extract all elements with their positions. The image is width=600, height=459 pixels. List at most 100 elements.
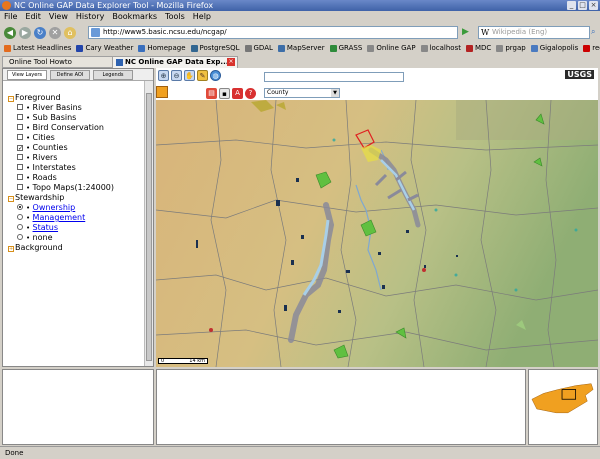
home-button[interactable]: ⌂ <box>64 26 76 39</box>
menu-history[interactable]: History <box>76 11 104 23</box>
tree-item-layer[interactable]: • Bird Conservation <box>8 123 148 133</box>
panel-tabs: View Layers Define AOI Legends <box>3 69 153 81</box>
layer-checkbox[interactable] <box>17 124 23 130</box>
tree-item-layer[interactable]: • River Basins <box>8 103 148 113</box>
layer-checkbox[interactable] <box>17 184 23 190</box>
arrow-tool-icon[interactable] <box>156 86 168 98</box>
layer-checkbox[interactable] <box>17 174 23 180</box>
firefox-icon <box>2 1 11 10</box>
tree-item-stewardship[interactable]: • Management <box>8 213 148 223</box>
go-arrow-icon[interactable]: ▶ <box>462 27 469 37</box>
tree-item-layer[interactable]: • Roads <box>8 173 148 183</box>
close-window-button[interactable]: × <box>589 1 598 10</box>
panel-scrollbar[interactable] <box>144 81 153 366</box>
tree-item-layer[interactable]: • Sub Basins <box>8 113 148 123</box>
tree-item-stewardship[interactable]: • Status <box>8 223 148 233</box>
query-icon[interactable]: ✎ <box>197 70 208 81</box>
menu-edit[interactable]: Edit <box>25 11 41 23</box>
save-icon[interactable]: ▪ <box>219 88 230 99</box>
menu-tools[interactable]: Tools <box>165 11 185 23</box>
scroll-thumb[interactable] <box>146 93 152 361</box>
layers-panel: View Layers Define AOI Legends − Foregrou… <box>2 68 154 367</box>
nc-locator-map <box>531 383 594 414</box>
tree-item-layer[interactable]: • Rivers <box>8 153 148 163</box>
tree-item-layer[interactable]: • Cities <box>8 133 148 143</box>
zoom-out-icon[interactable]: ⊖ <box>171 70 182 81</box>
bookmark-item[interactable]: PostgreSQL <box>190 42 240 54</box>
tab-define-aoi[interactable]: Define AOI <box>50 70 90 80</box>
bookmark-item[interactable]: MDC <box>465 42 491 54</box>
bookmark-item[interactable]: Gigalopolis <box>530 42 578 54</box>
layer-checkbox[interactable] <box>17 104 23 110</box>
stewardship-label[interactable]: Status <box>33 223 59 232</box>
pan-icon[interactable]: ✋ <box>184 70 195 81</box>
map-canvas[interactable] <box>156 100 598 367</box>
bullet-icon: • <box>26 204 31 212</box>
tab-legends[interactable]: Legends <box>93 70 133 80</box>
layer-checkbox[interactable] <box>17 164 23 170</box>
bookmark-item[interactable]: Latest Headlines <box>4 42 71 54</box>
bookmark-item[interactable]: MapServer <box>277 42 325 54</box>
tree-group-stewardship[interactable]: − Stewardship <box>8 193 148 203</box>
stewardship-label[interactable]: Management <box>33 213 86 222</box>
zoom-in-icon[interactable]: ⊕ <box>158 70 169 81</box>
bookmark-label: MapServer <box>286 44 325 52</box>
back-button[interactable]: ◀ <box>4 26 16 39</box>
location-input[interactable] <box>264 72 404 82</box>
collapse-icon[interactable]: − <box>8 96 14 102</box>
collapse-icon[interactable]: − <box>8 196 14 202</box>
bookmark-item[interactable]: Homepage <box>138 42 186 54</box>
forward-button[interactable]: ▶ <box>19 26 31 39</box>
stewardship-radio[interactable] <box>17 214 23 220</box>
tab-view-layers[interactable]: View Layers <box>7 70 47 80</box>
menu-file[interactable]: File <box>4 11 17 23</box>
tree-item-layer[interactable]: • Topo Maps(1:24000) <box>8 183 148 193</box>
layer-checkbox[interactable]: ✓ <box>17 145 23 152</box>
maximize-button[interactable]: □ <box>578 1 587 10</box>
bookmark-item[interactable]: prgap <box>496 42 526 54</box>
layer-checkbox[interactable] <box>17 154 23 160</box>
bookmark-item[interactable]: localhost <box>420 42 461 54</box>
tab-gap-explorer[interactable]: NC Online GAP Data Exp... × <box>112 56 238 68</box>
menu-view[interactable]: View <box>49 11 68 23</box>
bookmark-item[interactable]: Cary Weather <box>76 42 133 54</box>
tree-item-stewardship[interactable]: • Ownership <box>8 203 148 213</box>
zoom-to-select[interactable]: County ▼ <box>264 88 340 98</box>
search-input[interactable]: W Wikipedia (Eng) <box>478 26 590 39</box>
help-icon[interactable]: ? <box>245 88 256 99</box>
globe-icon[interactable]: ◍ <box>210 70 221 81</box>
search-icon[interactable]: ⌕ <box>591 27 595 37</box>
tab-strip: Online Tool Howto × NC Online GAP Data E… <box>0 56 600 68</box>
address-bar[interactable]: http://www5.basic.ncsu.edu/ncgap/ <box>88 26 458 39</box>
layer-checkbox[interactable] <box>17 114 23 120</box>
tree-group-background[interactable]: + Background <box>8 243 148 253</box>
bookmark-item[interactable]: GRASS <box>329 42 362 54</box>
stop-button[interactable]: ✕ <box>49 26 61 39</box>
bullet-icon: • <box>26 124 31 132</box>
tree-item-layer[interactable]: • Interstates <box>8 163 148 173</box>
layer-checkbox[interactable] <box>17 134 23 140</box>
bookmark-item[interactable]: GDAL <box>244 42 273 54</box>
expand-icon[interactable]: + <box>8 246 14 252</box>
print-icon[interactable]: ▤ <box>206 88 217 99</box>
minimize-button[interactable]: _ <box>567 1 576 10</box>
tree-item-stewardship[interactable]: • none <box>8 233 148 243</box>
pdf-icon[interactable]: A <box>232 88 243 99</box>
tree-item-layer[interactable]: ✓ • Counties <box>8 143 148 153</box>
search-engine-icon[interactable]: W <box>481 27 489 38</box>
bookmark-item[interactable]: Online GAP <box>367 42 416 54</box>
close-tab-icon[interactable]: × <box>227 58 235 66</box>
overview-map[interactable] <box>528 369 598 445</box>
bookmark-item[interactable]: redhat <box>583 42 600 54</box>
stewardship-radio[interactable] <box>17 234 23 240</box>
menu-help[interactable]: Help <box>193 11 211 23</box>
stewardship-radio[interactable] <box>17 204 23 210</box>
stewardship-label[interactable]: Ownership <box>33 203 76 212</box>
reload-button[interactable]: ↻ <box>34 26 46 39</box>
menu-bar: File Edit View History Bookmarks Tools H… <box>0 11 600 23</box>
menu-bookmarks[interactable]: Bookmarks <box>112 11 157 23</box>
scale-end: 14 km <box>189 358 205 364</box>
bullet-icon: • <box>26 224 31 232</box>
tree-group-foreground[interactable]: − Foreground <box>8 93 148 103</box>
stewardship-radio[interactable] <box>17 224 23 230</box>
